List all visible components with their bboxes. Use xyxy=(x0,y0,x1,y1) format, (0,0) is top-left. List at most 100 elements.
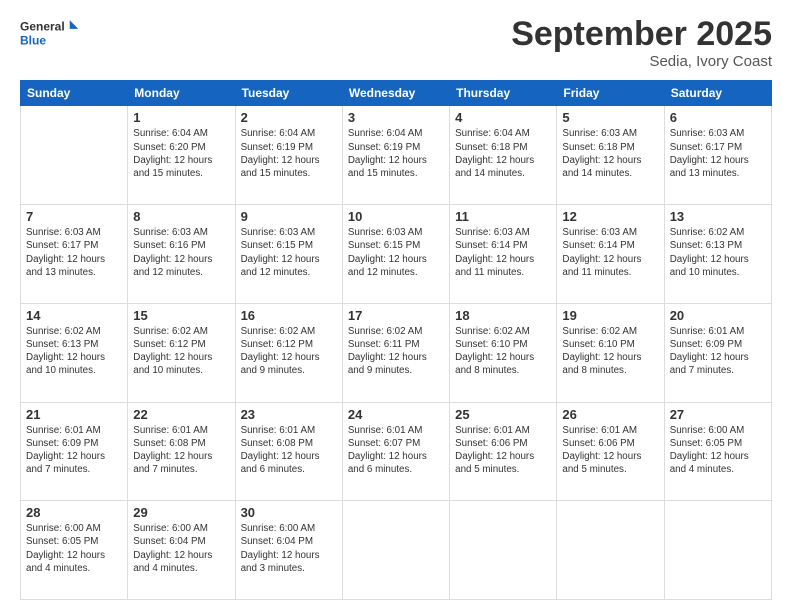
day-number: 6 xyxy=(670,110,766,125)
day-number: 24 xyxy=(348,407,444,422)
table-row: 24 Sunrise: 6:01 AM Sunset: 6:07 PM Dayli… xyxy=(342,402,449,501)
day-info: Sunrise: 6:02 AM Sunset: 6:10 PM Dayligh… xyxy=(562,325,658,378)
table-row: 28 Sunrise: 6:00 AM Sunset: 6:05 PM Dayli… xyxy=(21,501,128,600)
table-row: 4Sunrise: 6:04 AM Sunset: 6:18 PM Daylig… xyxy=(450,106,557,205)
day-info: Sunrise: 6:03 AM Sunset: 6:16 PM Dayligh… xyxy=(133,226,229,279)
table-row: 30 Sunrise: 6:00 AM Sunset: 6:04 PM Dayli… xyxy=(235,501,342,600)
day-number: 26 xyxy=(562,407,658,422)
day-number: 22 xyxy=(133,407,229,422)
day-info: Sunrise: 6:04 AM Sunset: 6:19 PM Dayligh… xyxy=(348,127,444,180)
table-row: 23 Sunrise: 6:01 AM Sunset: 6:08 PM Dayli… xyxy=(235,402,342,501)
svg-text:General: General xyxy=(20,20,65,34)
day-number: 2 xyxy=(241,110,337,125)
calendar-header-row: Sunday Monday Tuesday Wednesday Thursday… xyxy=(21,81,772,106)
day-info: Sunrise: 6:01 AM Sunset: 6:07 PM Dayligh… xyxy=(348,424,444,477)
day-number: 8 xyxy=(133,209,229,224)
day-info: Sunrise: 6:01 AM Sunset: 6:09 PM Dayligh… xyxy=(670,325,766,378)
calendar-week-row: 14Sunrise: 6:02 AM Sunset: 6:13 PM Dayli… xyxy=(21,303,772,402)
table-row: 8 Sunrise: 6:03 AM Sunset: 6:16 PM Daylig… xyxy=(128,205,235,304)
table-row xyxy=(450,501,557,600)
table-row: 12 Sunrise: 6:03 AM Sunset: 6:14 PM Dayli… xyxy=(557,205,664,304)
day-info: Sunrise: 6:01 AM Sunset: 6:08 PM Dayligh… xyxy=(241,424,337,477)
day-number: 11 xyxy=(455,209,551,224)
day-number: 7 xyxy=(26,209,122,224)
table-row: 18 Sunrise: 6:02 AM Sunset: 6:10 PM Dayli… xyxy=(450,303,557,402)
table-row: 21Sunrise: 6:01 AM Sunset: 6:09 PM Dayli… xyxy=(21,402,128,501)
table-row: 14Sunrise: 6:02 AM Sunset: 6:13 PM Dayli… xyxy=(21,303,128,402)
day-number: 20 xyxy=(670,308,766,323)
day-info: Sunrise: 6:02 AM Sunset: 6:10 PM Dayligh… xyxy=(455,325,551,378)
day-number: 15 xyxy=(133,308,229,323)
day-number: 30 xyxy=(241,505,337,520)
table-row: 2Sunrise: 6:04 AM Sunset: 6:19 PM Daylig… xyxy=(235,106,342,205)
table-row: 29Sunrise: 6:00 AM Sunset: 6:04 PM Dayli… xyxy=(128,501,235,600)
logo: General Blue xyxy=(20,16,80,52)
day-number: 10 xyxy=(348,209,444,224)
day-info: Sunrise: 6:04 AM Sunset: 6:20 PM Dayligh… xyxy=(133,127,229,180)
day-info: Sunrise: 6:02 AM Sunset: 6:12 PM Dayligh… xyxy=(241,325,337,378)
day-info: Sunrise: 6:01 AM Sunset: 6:06 PM Dayligh… xyxy=(455,424,551,477)
day-info: Sunrise: 6:00 AM Sunset: 6:05 PM Dayligh… xyxy=(26,522,122,575)
table-row: 26 Sunrise: 6:01 AM Sunset: 6:06 PM Dayli… xyxy=(557,402,664,501)
table-row xyxy=(21,106,128,205)
day-number: 13 xyxy=(670,209,766,224)
header: General Blue September 2025 Sedia, Ivory… xyxy=(20,16,772,70)
table-row: 16 Sunrise: 6:02 AM Sunset: 6:12 PM Dayli… xyxy=(235,303,342,402)
day-number: 18 xyxy=(455,308,551,323)
day-info: Sunrise: 6:02 AM Sunset: 6:13 PM Dayligh… xyxy=(670,226,766,279)
table-row: 22 Sunrise: 6:01 AM Sunset: 6:08 PM Dayli… xyxy=(128,402,235,501)
title-block: September 2025 Sedia, Ivory Coast xyxy=(511,16,772,70)
day-number: 5 xyxy=(562,110,658,125)
col-friday: Friday xyxy=(557,81,664,106)
day-info: Sunrise: 6:03 AM Sunset: 6:14 PM Dayligh… xyxy=(562,226,658,279)
table-row xyxy=(664,501,771,600)
table-row: 7Sunrise: 6:03 AM Sunset: 6:17 PM Daylig… xyxy=(21,205,128,304)
table-row: 9Sunrise: 6:03 AM Sunset: 6:15 PM Daylig… xyxy=(235,205,342,304)
day-info: Sunrise: 6:03 AM Sunset: 6:17 PM Dayligh… xyxy=(670,127,766,180)
table-row: 19 Sunrise: 6:02 AM Sunset: 6:10 PM Dayli… xyxy=(557,303,664,402)
col-saturday: Saturday xyxy=(664,81,771,106)
day-number: 17 xyxy=(348,308,444,323)
table-row: 20 Sunrise: 6:01 AM Sunset: 6:09 PM Dayli… xyxy=(664,303,771,402)
day-number: 27 xyxy=(670,407,766,422)
day-info: Sunrise: 6:00 AM Sunset: 6:04 PM Dayligh… xyxy=(241,522,337,575)
day-number: 3 xyxy=(348,110,444,125)
day-info: Sunrise: 6:02 AM Sunset: 6:12 PM Dayligh… xyxy=(133,325,229,378)
table-row: 1 Sunrise: 6:04 AM Sunset: 6:20 PM Daylig… xyxy=(128,106,235,205)
day-number: 14 xyxy=(26,308,122,323)
table-row xyxy=(557,501,664,600)
day-number: 4 xyxy=(455,110,551,125)
col-thursday: Thursday xyxy=(450,81,557,106)
calendar-week-row: 21Sunrise: 6:01 AM Sunset: 6:09 PM Dayli… xyxy=(21,402,772,501)
logo-svg: General Blue xyxy=(20,16,80,52)
table-row: 3 Sunrise: 6:04 AM Sunset: 6:19 PM Daylig… xyxy=(342,106,449,205)
subtitle: Sedia, Ivory Coast xyxy=(511,53,772,70)
day-info: Sunrise: 6:02 AM Sunset: 6:11 PM Dayligh… xyxy=(348,325,444,378)
table-row: 17 Sunrise: 6:02 AM Sunset: 6:11 PM Dayli… xyxy=(342,303,449,402)
day-info: Sunrise: 6:03 AM Sunset: 6:14 PM Dayligh… xyxy=(455,226,551,279)
col-monday: Monday xyxy=(128,81,235,106)
table-row: 10Sunrise: 6:03 AM Sunset: 6:15 PM Dayli… xyxy=(342,205,449,304)
day-info: Sunrise: 6:01 AM Sunset: 6:09 PM Dayligh… xyxy=(26,424,122,477)
day-number: 16 xyxy=(241,308,337,323)
table-row: 25 Sunrise: 6:01 AM Sunset: 6:06 PM Dayli… xyxy=(450,402,557,501)
day-number: 19 xyxy=(562,308,658,323)
day-number: 12 xyxy=(562,209,658,224)
table-row: 6 Sunrise: 6:03 AM Sunset: 6:17 PM Daylig… xyxy=(664,106,771,205)
day-number: 23 xyxy=(241,407,337,422)
day-number: 25 xyxy=(455,407,551,422)
day-info: Sunrise: 6:00 AM Sunset: 6:04 PM Dayligh… xyxy=(133,522,229,575)
main-title: September 2025 xyxy=(511,16,772,53)
day-info: Sunrise: 6:03 AM Sunset: 6:18 PM Dayligh… xyxy=(562,127,658,180)
table-row xyxy=(342,501,449,600)
table-row: 11 Sunrise: 6:03 AM Sunset: 6:14 PM Dayli… xyxy=(450,205,557,304)
day-info: Sunrise: 6:01 AM Sunset: 6:06 PM Dayligh… xyxy=(562,424,658,477)
calendar-table: Sunday Monday Tuesday Wednesday Thursday… xyxy=(20,80,772,600)
day-info: Sunrise: 6:01 AM Sunset: 6:08 PM Dayligh… xyxy=(133,424,229,477)
svg-text:Blue: Blue xyxy=(20,33,46,47)
day-number: 9 xyxy=(241,209,337,224)
day-number: 1 xyxy=(133,110,229,125)
col-tuesday: Tuesday xyxy=(235,81,342,106)
day-number: 28 xyxy=(26,505,122,520)
table-row: 13 Sunrise: 6:02 AM Sunset: 6:13 PM Dayli… xyxy=(664,205,771,304)
